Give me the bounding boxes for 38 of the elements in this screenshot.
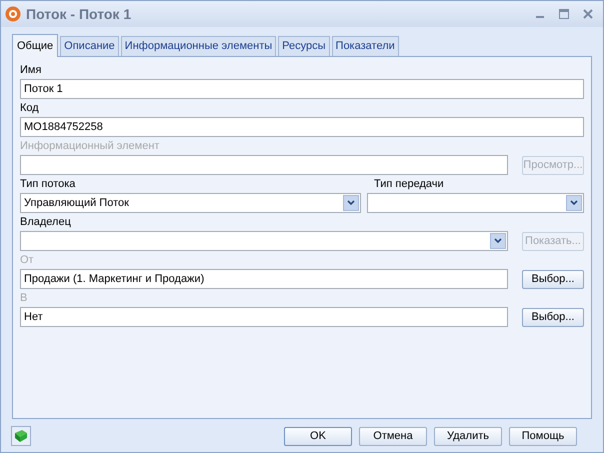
tab[interactable]: Показатели (332, 36, 399, 56)
field-label: Код (20, 102, 39, 115)
text-field[interactable]: Поток 1 (20, 79, 584, 99)
text-field[interactable] (20, 155, 508, 175)
text-field[interactable]: Продажи (1. Маркетинг и Продажи) (20, 269, 508, 289)
dialog-button[interactable]: Удалить (434, 426, 502, 446)
field-label: Владелец (20, 216, 71, 229)
field-label: Имя (20, 64, 42, 77)
app-logo-icon (5, 6, 21, 22)
field-label: Информационный элемент (20, 140, 160, 153)
dropdown-field[interactable] (367, 193, 584, 213)
tab[interactable]: Информационные элементы (120, 36, 276, 56)
dropdown-button[interactable] (566, 195, 582, 211)
maximize-icon[interactable] (559, 9, 569, 19)
text-field[interactable]: MO1884752258 (20, 117, 584, 137)
dropdown-button[interactable] (490, 233, 506, 249)
select-button[interactable]: Выбор... (522, 270, 584, 289)
tab[interactable]: Описание (60, 36, 119, 56)
select-button[interactable]: Выбор... (522, 308, 584, 327)
field-label: Тип потока (20, 178, 76, 191)
chevron-down-icon (494, 238, 502, 244)
close-icon[interactable] (583, 9, 593, 19)
chevron-down-icon (570, 200, 578, 206)
dialog-button[interactable]: OK (284, 426, 352, 446)
field-label: От (20, 254, 34, 267)
tab[interactable]: Ресурсы (278, 36, 330, 56)
dropdown-field[interactable]: Управляющий Поток (20, 193, 361, 213)
window-title: Поток - Поток 1 (26, 4, 132, 24)
field-label: В (20, 292, 28, 305)
chevron-down-icon (347, 200, 355, 206)
help-book-button[interactable] (11, 426, 31, 446)
dialog-button[interactable]: Помощь (509, 426, 577, 446)
dropdown-button[interactable] (343, 195, 359, 211)
tab[interactable]: Общие (12, 34, 58, 57)
field-label: Тип передачи (374, 178, 444, 191)
dialog-button[interactable]: Отмена (359, 426, 427, 446)
dropdown-field[interactable] (20, 231, 508, 251)
text-field[interactable]: Нет (20, 307, 508, 327)
